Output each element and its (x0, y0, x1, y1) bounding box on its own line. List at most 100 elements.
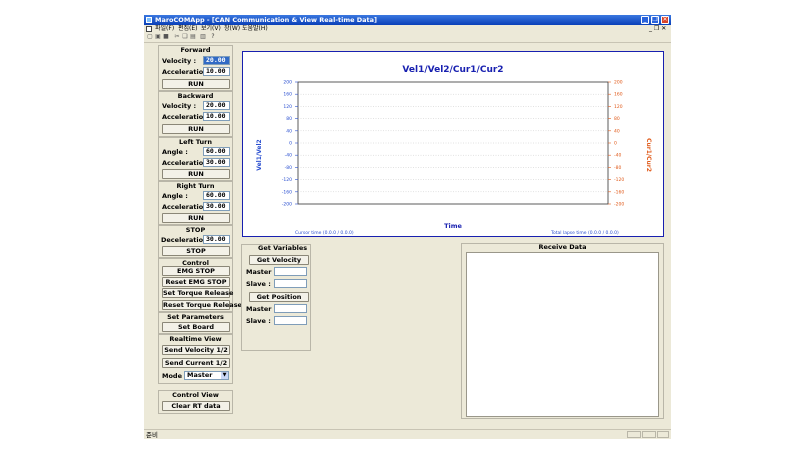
backward-run-button[interactable]: RUN (162, 124, 230, 134)
velocity-slave-field[interactable] (274, 279, 307, 288)
stop-group: STOP Deceleration : 30.00 STOP (158, 225, 233, 258)
menu-edit[interactable]: 편집(E) (178, 25, 198, 33)
forward-velocity-input[interactable]: 20.00 (203, 56, 230, 65)
stop-decel-input[interactable]: 30.00 (203, 235, 230, 244)
reset-torque-release-button[interactable]: Reset Torque Release (162, 300, 242, 310)
position-slave-field[interactable] (274, 316, 307, 325)
menu-file[interactable]: 파일(F) (155, 25, 174, 33)
get-variables-title: Get Variables (258, 244, 308, 252)
chart-ylabel-left: Vel1/Vel2 (256, 139, 263, 170)
stop-title: STOP (185, 226, 206, 234)
backward-accel-input[interactable]: 10.00 (203, 112, 230, 121)
status-cell-3 (657, 431, 669, 438)
restore-button[interactable]: ❐ (651, 16, 659, 24)
chart-panel: Vel1/Vel2/Cur1/Cur2 Time Vel1/Vel2 Cur1/… (242, 51, 664, 237)
cursor-time-label: Cursor time (0.0.0 / 0.0.0) (295, 230, 354, 236)
chevron-down-icon[interactable]: ▼ (221, 372, 228, 379)
y-tick-label-left: 0 (289, 141, 292, 147)
left-turn-run-button[interactable]: RUN (162, 169, 230, 179)
menu-view[interactable]: 보기(V) (201, 25, 221, 33)
chart-svg: Vel1/Vel2/Cur1/Cur2 Time Vel1/Vel2 Cur1/… (256, 65, 652, 236)
control-view-title: Control View (172, 391, 219, 399)
receive-data-textarea[interactable] (466, 252, 659, 417)
y-tick-label-left: -80 (285, 165, 292, 171)
y-tick-label-left: 40 (286, 128, 292, 134)
position-master-field[interactable] (274, 304, 307, 313)
forward-velocity-label: Velocity : (162, 57, 197, 65)
mode-select-value: Master (187, 371, 213, 379)
set-parameters-group: Set Parameters Set Board (158, 312, 233, 334)
reset-emg-stop-button[interactable]: Reset EMG STOP (162, 277, 230, 287)
status-cell-1 (627, 431, 641, 438)
y-tick-label-right: 80 (614, 116, 620, 122)
minimize-button[interactable]: _ (641, 16, 649, 24)
position-master-label: Master : (246, 305, 277, 313)
left-turn-title: Left Turn (179, 138, 212, 146)
menu-bar: 파일(F) 편집(E) 보기(V) 창(W) 도움말(H) _ ❐ ✕ (144, 25, 671, 33)
velocity-master-label: Master : (246, 268, 277, 276)
cut-icon[interactable]: ✂ (174, 34, 180, 40)
y-tick-label-right: 200 (614, 80, 623, 86)
y-tick-label-right: -200 (614, 202, 624, 208)
app-icon (146, 17, 152, 23)
y-tick-label-right: -80 (614, 165, 621, 171)
status-bar: 준비 (144, 429, 671, 439)
backward-velocity-input[interactable]: 20.00 (203, 101, 230, 110)
menu-help[interactable]: 도움말(H) (242, 25, 268, 33)
right-turn-accel-input[interactable]: 30.00 (203, 202, 230, 211)
y-tick-label-right: 120 (614, 104, 623, 110)
get-velocity-button[interactable]: Get Velocity (249, 255, 309, 265)
left-turn-angle-input[interactable]: 60.00 (203, 147, 230, 156)
mode-select[interactable]: Master ▼ (184, 371, 229, 380)
right-turn-angle-input[interactable]: 60.00 (203, 191, 230, 200)
menu-window[interactable]: 창(W) (224, 25, 240, 33)
control-group: Control EMG STOP Reset EMG STOP Set Torq… (158, 258, 242, 312)
forward-title: Forward (180, 46, 211, 54)
velocity-slave-label: Slave : (246, 280, 271, 288)
y-tick-label-right: 0 (614, 141, 617, 147)
clear-rt-data-button[interactable]: Clear RT data (162, 401, 230, 411)
emg-stop-button[interactable]: EMG STOP (162, 266, 230, 276)
backward-velocity-label: Velocity : (162, 102, 197, 110)
set-board-button[interactable]: Set Board (162, 322, 230, 332)
y-tick-label-left: -160 (282, 189, 292, 195)
realtime-view-title: Realtime View (169, 335, 222, 343)
print-icon[interactable]: ▥ (200, 34, 206, 40)
close-button[interactable]: ✕ (661, 16, 669, 24)
chart-title: Vel1/Vel2/Cur1/Cur2 (402, 65, 503, 75)
backward-group: Backward Velocity : 20.00 Acceleration :… (158, 91, 233, 137)
right-turn-run-button[interactable]: RUN (162, 213, 230, 223)
set-torque-release-button[interactable]: Set Torque Release (162, 288, 233, 298)
open-folder-icon[interactable]: ▣ (155, 34, 161, 40)
realtime-view-group: Realtime View Send Velocity 1/2 Send Cur… (158, 334, 233, 384)
y-tick-label-right: -160 (614, 189, 624, 195)
right-turn-title: Right Turn (176, 182, 215, 190)
status-cell-2 (642, 431, 656, 438)
receive-data-title: Receive Data (538, 243, 587, 251)
chart-ylabel-right: Cur1/Cur2 (645, 138, 652, 172)
right-turn-angle-label: Angle : (162, 192, 188, 200)
help-icon[interactable]: ? (210, 34, 216, 40)
y-tick-label-left: 200 (283, 80, 292, 86)
stop-button[interactable]: STOP (162, 246, 230, 256)
forward-accel-input[interactable]: 10.00 (203, 67, 230, 76)
y-tick-label-left: 160 (283, 92, 292, 98)
left-turn-accel-input[interactable]: 30.00 (203, 158, 230, 167)
save-icon[interactable]: ■ (163, 34, 169, 40)
document-icon (146, 26, 152, 32)
title-bar[interactable]: MaroCOMApp - [CAN Communication & View R… (144, 15, 671, 25)
get-position-button[interactable]: Get Position (249, 292, 309, 302)
status-text: 준비 (146, 431, 158, 439)
velocity-master-field[interactable] (274, 267, 307, 276)
mdi-controls[interactable]: _ ❐ ✕ (649, 25, 666, 33)
y-tick-label-right: -120 (614, 177, 624, 183)
y-tick-label-right: -40 (614, 153, 621, 159)
paste-icon[interactable]: ▤ (190, 34, 196, 40)
send-velocity-button[interactable]: Send Velocity 1/2 (162, 345, 230, 355)
right-turn-group: Right Turn Angle : 60.00 Acceleration : … (158, 181, 233, 225)
send-current-button[interactable]: Send Current 1/2 (162, 358, 230, 368)
forward-run-button[interactable]: RUN (162, 79, 230, 89)
new-file-icon[interactable]: ▢ (147, 34, 153, 40)
left-turn-angle-label: Angle : (162, 148, 188, 156)
copy-icon[interactable]: ❏ (182, 34, 188, 40)
